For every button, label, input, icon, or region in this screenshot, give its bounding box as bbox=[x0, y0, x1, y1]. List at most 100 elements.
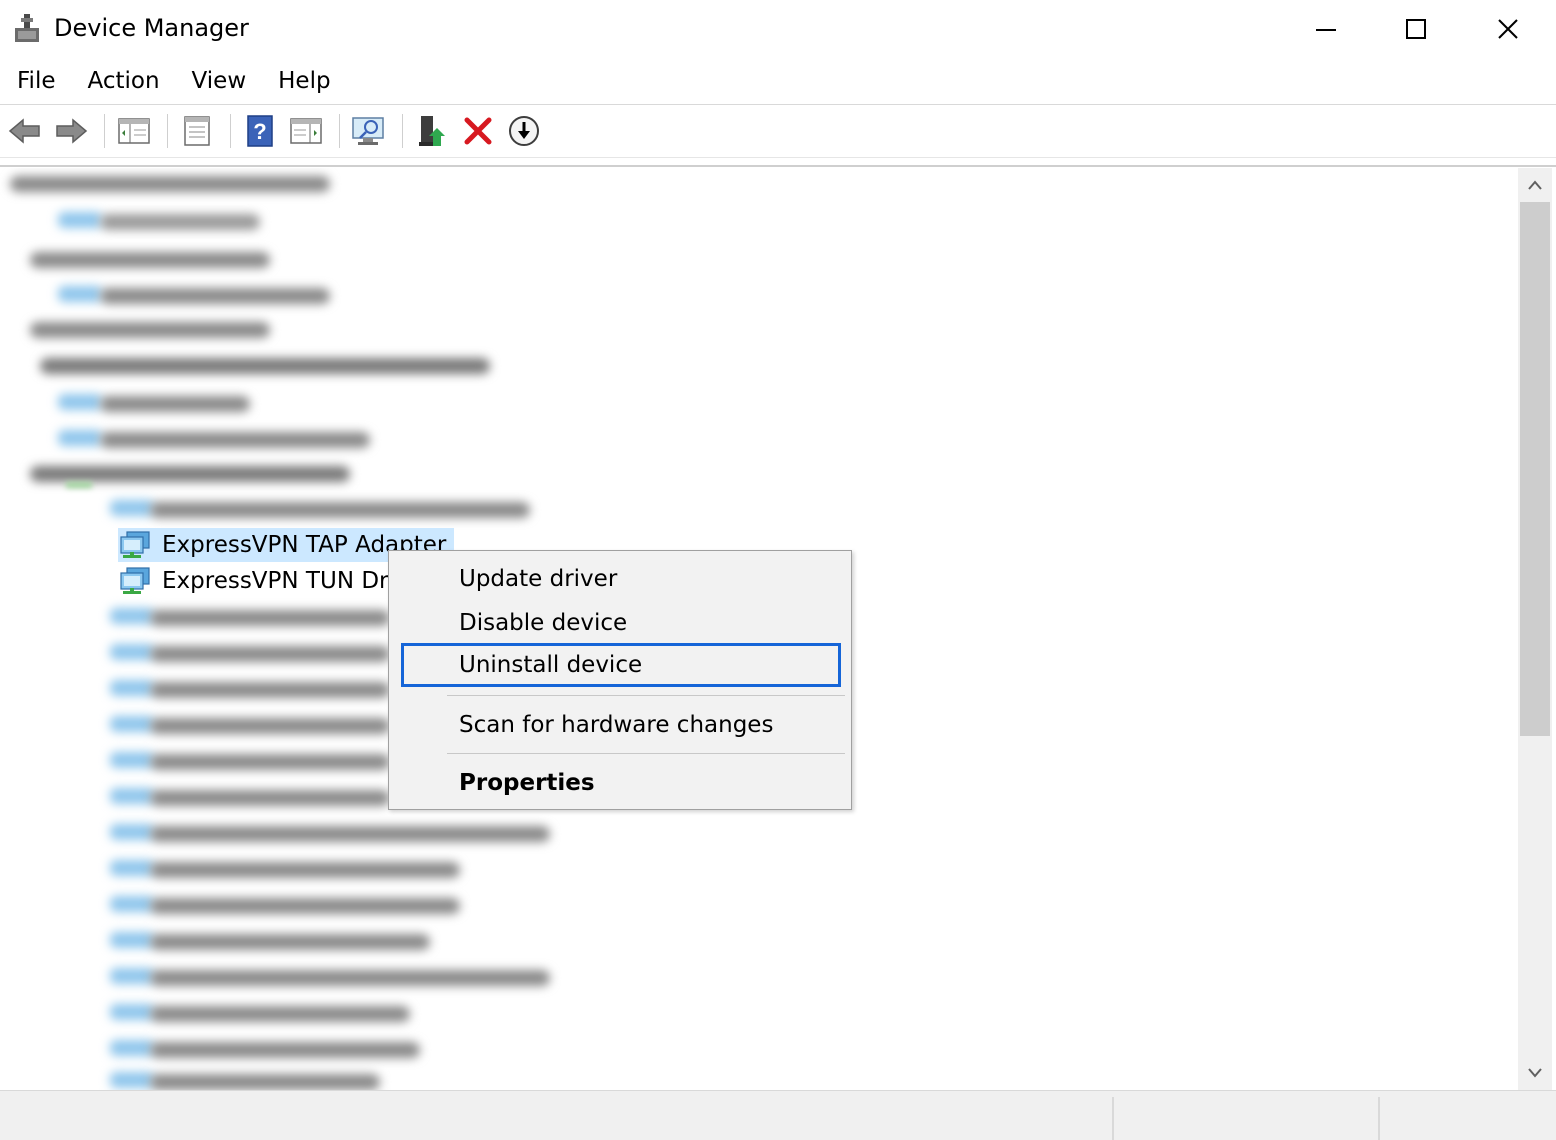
status-divider bbox=[1112, 1097, 1114, 1140]
device-row-expressvpn-tun[interactable]: ExpressVPN TUN Driv bbox=[118, 564, 409, 598]
device-manager-icon bbox=[15, 14, 39, 42]
help-icon: ? bbox=[247, 115, 273, 147]
properties-icon bbox=[184, 116, 210, 146]
blurred-device-icon bbox=[58, 394, 102, 410]
close-button[interactable] bbox=[1462, 0, 1554, 58]
menu-bar: File Action View Help bbox=[0, 58, 1556, 104]
blurred-tree-item bbox=[150, 646, 390, 662]
chevron-down-icon bbox=[1528, 1068, 1542, 1078]
device-label: ExpressVPN TUN Driv bbox=[162, 568, 409, 594]
blurred-device-icon bbox=[110, 608, 154, 624]
blurred-device-icon bbox=[110, 932, 154, 948]
show-hide-action-pane-icon bbox=[290, 118, 322, 144]
blurred-tree-item bbox=[150, 898, 460, 914]
blurred-tree-item bbox=[150, 754, 390, 770]
menu-item-uninstall-device[interactable]: Uninstall device bbox=[401, 643, 841, 687]
scan-hardware-button[interactable] bbox=[348, 110, 390, 152]
toolbar-separator bbox=[104, 114, 105, 148]
blurred-device-icon bbox=[58, 430, 102, 446]
title-bar: Device Manager bbox=[0, 0, 1556, 58]
toolbar-separator bbox=[339, 114, 340, 148]
blurred-tree-item bbox=[100, 396, 250, 412]
blurred-tree-item bbox=[150, 1074, 380, 1090]
blurred-device-icon bbox=[110, 860, 154, 876]
blurred-tree-item bbox=[150, 610, 390, 626]
blurred-tree-item bbox=[150, 934, 430, 950]
menu-file[interactable]: File bbox=[6, 62, 67, 100]
status-bar bbox=[0, 1090, 1556, 1140]
blurred-device-icon bbox=[110, 644, 154, 660]
svg-text:?: ? bbox=[253, 119, 266, 144]
vertical-scrollbar[interactable] bbox=[1518, 168, 1552, 1090]
blurred-tree-item bbox=[10, 176, 330, 192]
scroll-down-button[interactable] bbox=[1518, 1056, 1552, 1090]
toolbar-separator bbox=[230, 114, 231, 148]
blurred-tree-item bbox=[100, 288, 330, 304]
menu-separator bbox=[447, 753, 845, 754]
toolbar: ? bbox=[0, 104, 1556, 158]
status-divider bbox=[1378, 1097, 1380, 1140]
menu-item-properties[interactable]: Properties bbox=[401, 761, 841, 805]
enable-disable-button[interactable] bbox=[503, 110, 545, 152]
blurred-device-icon bbox=[58, 286, 102, 302]
blurred-device-icon bbox=[110, 680, 154, 696]
blurred-device-icon bbox=[110, 968, 154, 984]
forward-button[interactable] bbox=[50, 110, 92, 152]
help-button[interactable]: ? bbox=[239, 110, 281, 152]
blurred-tree-item bbox=[150, 1042, 420, 1058]
update-driver-icon bbox=[419, 116, 445, 146]
blurred-device-icon bbox=[110, 716, 154, 732]
blurred-device-icon bbox=[66, 482, 92, 488]
blurred-tree-item bbox=[30, 322, 270, 338]
menu-help[interactable]: Help bbox=[267, 62, 341, 100]
blurred-device-icon bbox=[110, 1072, 154, 1088]
update-driver-button[interactable] bbox=[411, 110, 453, 152]
maximize-button[interactable] bbox=[1370, 0, 1462, 58]
blurred-tree-item bbox=[100, 432, 370, 448]
minimize-button[interactable] bbox=[1280, 0, 1372, 58]
show-hide-action-pane-button[interactable] bbox=[285, 110, 327, 152]
blurred-device-icon bbox=[110, 1040, 154, 1056]
maximize-icon bbox=[1406, 19, 1426, 39]
blurred-device-icon bbox=[110, 500, 154, 516]
network-adapter-icon bbox=[120, 531, 150, 558]
menu-item-update-driver[interactable]: Update driver bbox=[401, 557, 841, 601]
scroll-thumb[interactable] bbox=[1520, 202, 1550, 736]
blurred-tree-item bbox=[100, 214, 260, 230]
menu-action[interactable]: Action bbox=[77, 62, 171, 100]
properties-button[interactable] bbox=[176, 110, 218, 152]
minimize-icon bbox=[1316, 29, 1336, 31]
scroll-up-button[interactable] bbox=[1518, 168, 1552, 202]
show-hide-console-tree-button[interactable] bbox=[113, 110, 155, 152]
enable-disable-icon bbox=[509, 116, 539, 146]
blurred-device-icon bbox=[110, 896, 154, 912]
blurred-device-icon bbox=[58, 212, 102, 228]
back-icon bbox=[8, 118, 40, 144]
show-hide-console-tree-icon bbox=[118, 118, 150, 144]
chevron-up-icon bbox=[1528, 180, 1542, 190]
uninstall-icon bbox=[464, 117, 492, 145]
menu-item-disable-device[interactable]: Disable device bbox=[401, 601, 841, 645]
close-icon bbox=[1498, 19, 1518, 39]
menu-item-scan-hardware[interactable]: Scan for hardware changes bbox=[401, 703, 841, 747]
uninstall-button[interactable] bbox=[457, 110, 499, 152]
blurred-device-icon bbox=[110, 788, 154, 804]
context-menu: Update driver Disable device Uninstall d… bbox=[388, 550, 852, 810]
blurred-device-icon bbox=[110, 752, 154, 768]
blurred-tree-item bbox=[30, 252, 270, 268]
blurred-tree-item bbox=[150, 718, 390, 734]
blurred-tree-item bbox=[150, 862, 460, 878]
pane-divider bbox=[0, 165, 1556, 167]
blurred-tree-item bbox=[150, 970, 550, 986]
forward-icon bbox=[56, 118, 88, 144]
scan-hardware-icon bbox=[352, 117, 384, 145]
network-adapter-icon bbox=[120, 567, 150, 594]
toolbar-separator bbox=[402, 114, 403, 148]
toolbar-separator bbox=[167, 114, 168, 148]
blurred-tree-item bbox=[30, 466, 350, 482]
back-button[interactable] bbox=[4, 110, 46, 152]
blurred-tree-item bbox=[150, 826, 550, 842]
blurred-device-icon bbox=[110, 1004, 154, 1020]
menu-view[interactable]: View bbox=[181, 62, 258, 100]
window-title: Device Manager bbox=[54, 14, 249, 42]
